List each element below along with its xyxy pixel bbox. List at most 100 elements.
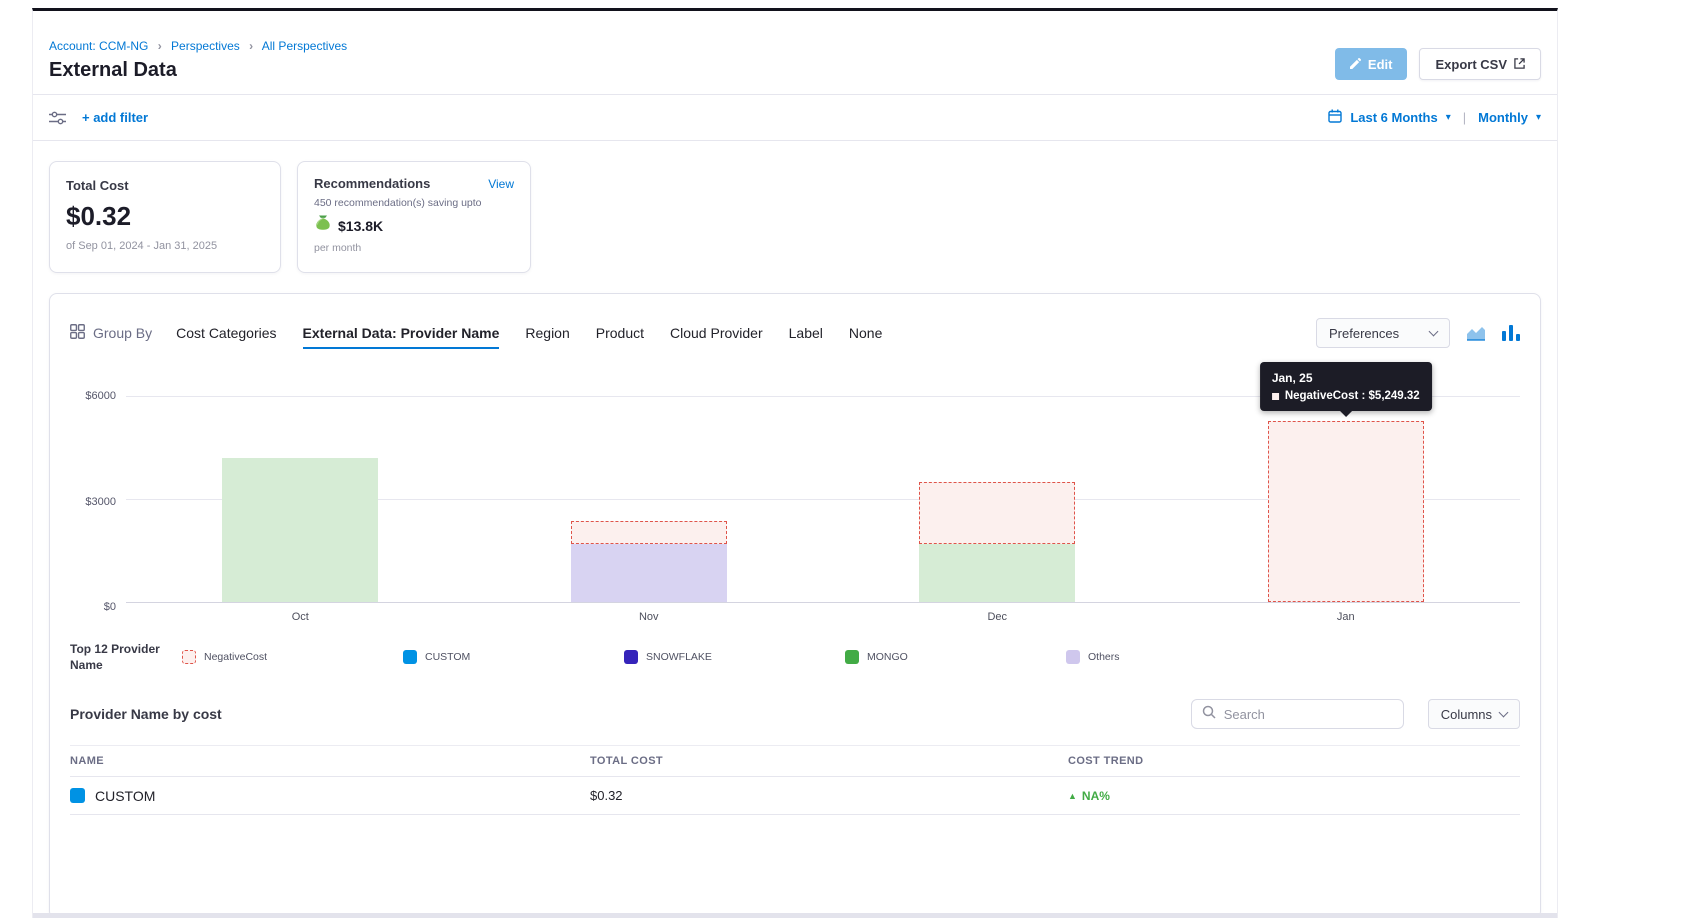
columns-button[interactable]: Columns [1428, 699, 1520, 729]
money-bag-icon [314, 215, 332, 236]
area-chart-icon[interactable] [1466, 325, 1486, 341]
chart-tooltip: Jan, 25 NegativeCost : $5,249.32 [1260, 362, 1432, 411]
recommendations-card: Recommendations View 450 recommendation(… [297, 161, 531, 273]
filter-left: + add filter [49, 110, 148, 125]
search-input[interactable] [1224, 707, 1400, 722]
tab-cost-categories[interactable]: Cost Categories [176, 319, 276, 347]
bar-chart-icon[interactable] [1502, 325, 1520, 341]
header-actions: Edit Export CSV [1335, 48, 1541, 82]
bar-segment-negativecost-nov[interactable] [571, 521, 727, 544]
tooltip-series-swatch [1272, 393, 1279, 400]
table-row[interactable]: CUSTOM $0.32 ▲ NA% [70, 777, 1520, 815]
trend-value: NA% [1082, 789, 1110, 803]
legend-label: MONGO [867, 651, 908, 663]
bar-segment-others-nov[interactable] [571, 544, 727, 602]
table-header-row: NAME TOTAL COST COST TREND [70, 745, 1520, 777]
chevron-down-icon[interactable]: ▾ [1446, 112, 1451, 123]
recommendations-view-link[interactable]: View [488, 177, 514, 191]
group-by-label-wrap: Group By [70, 324, 152, 342]
breadcrumb-all-perspectives[interactable]: All Perspectives [262, 39, 347, 53]
chevron-down-icon [1429, 326, 1439, 336]
tab-region[interactable]: Region [525, 319, 569, 347]
bar-segment-negativecost-dec[interactable] [919, 482, 1075, 544]
preferences-dropdown[interactable]: Preferences [1316, 318, 1450, 348]
group-by-row: Group By Cost Categories External Data: … [70, 318, 1520, 348]
tab-product[interactable]: Product [596, 319, 644, 347]
group-by-label: Group By [93, 325, 152, 341]
chart-legend: Top 12 Provider Name NegativeCost CUSTOM… [70, 641, 1520, 673]
legend-item-others[interactable]: Others [1066, 650, 1287, 664]
tooltip-arrow [1340, 411, 1352, 417]
y-axis-tick: $0 [70, 601, 116, 613]
row-cost-trend: ▲ NA% [1068, 789, 1520, 803]
legend-title: Top 12 Provider Name [70, 641, 182, 673]
main-content: Total Cost $0.32 of Sep 01, 2024 - Jan 3… [33, 141, 1557, 918]
tooltip-entry: NegativeCost : $5,249.32 [1285, 390, 1420, 402]
legend-swatch-others [1066, 650, 1080, 664]
legend-item-custom[interactable]: CUSTOM [403, 650, 624, 664]
y-axis-tick: $6000 [70, 390, 116, 402]
bottom-scrollbar-strip[interactable] [33, 913, 1557, 918]
bar-segment-negativecost-jan[interactable] [1268, 421, 1424, 602]
total-cost-card: Total Cost $0.32 of Sep 01, 2024 - Jan 3… [49, 161, 281, 273]
recommendations-label: Recommendations [314, 176, 430, 191]
legend-label: CUSTOM [425, 651, 470, 663]
header-left: Account: CCM-NG › Perspectives › All Per… [49, 39, 347, 82]
table-controls: Provider Name by cost Columns [70, 699, 1520, 729]
y-axis-tick: $3000 [70, 496, 116, 508]
date-range-selector[interactable]: Last 6 Months [1350, 110, 1437, 125]
bar-segment-mongo-oct[interactable] [222, 458, 378, 602]
legend-swatch-snowflake [624, 650, 638, 664]
total-cost-period: of Sep 01, 2024 - Jan 31, 2025 [66, 240, 264, 252]
legend-swatch-custom [403, 650, 417, 664]
legend-label: SNOWFLAKE [646, 651, 712, 663]
group-by-tabs: Cost Categories External Data: Provider … [176, 319, 882, 347]
perspective-chart-card: Group By Cost Categories External Data: … [49, 293, 1541, 918]
summary-cards-row: Total Cost $0.32 of Sep 01, 2024 - Jan 3… [49, 161, 1541, 273]
page-header: Account: CCM-NG › Perspectives › All Per… [33, 11, 1557, 95]
filter-right: Last 6 Months ▾ | Monthly ▾ [1328, 109, 1541, 126]
filter-icon[interactable] [49, 111, 66, 125]
granularity-selector[interactable]: Monthly [1478, 110, 1528, 125]
bar-segment-mongo-dec[interactable] [919, 544, 1075, 602]
x-axis-tick: Jan [1337, 611, 1355, 623]
add-filter-link[interactable]: + add filter [82, 110, 148, 125]
filter-bar: + add filter Last 6 Months ▾ | Monthly ▾ [33, 95, 1557, 141]
row-swatch-custom [70, 788, 85, 803]
chevron-down-icon [1499, 707, 1509, 717]
columns-button-label: Columns [1441, 707, 1492, 722]
breadcrumb-perspectives[interactable]: Perspectives [171, 39, 240, 53]
column-header-name[interactable]: NAME [70, 755, 590, 767]
recommendations-line2: per month [314, 242, 514, 254]
chart-area: $6000 $3000 $0 Jan, 25 NegativeCost : $5… [70, 396, 1520, 627]
trend-up-icon: ▲ [1068, 791, 1077, 801]
breadcrumb: Account: CCM-NG › Perspectives › All Per… [49, 39, 347, 53]
legend-item-negativecost[interactable]: NegativeCost [182, 650, 403, 664]
row-total-cost: $0.32 [590, 788, 1068, 803]
legend-item-mongo[interactable]: MONGO [845, 650, 1066, 664]
column-header-cost-trend[interactable]: COST TREND [1068, 755, 1520, 767]
export-csv-button[interactable]: Export CSV [1419, 48, 1541, 80]
breadcrumb-separator: › [249, 39, 253, 53]
total-cost-value: $0.32 [66, 201, 264, 232]
preferences-label: Preferences [1329, 326, 1399, 341]
calendar-icon [1328, 109, 1342, 126]
tab-none[interactable]: None [849, 319, 882, 347]
total-cost-label: Total Cost [66, 178, 264, 193]
column-header-total-cost[interactable]: TOTAL COST [590, 755, 1068, 767]
breadcrumb-separator: › [158, 39, 162, 53]
filter-divider: | [1463, 110, 1466, 125]
chevron-down-icon[interactable]: ▾ [1536, 112, 1541, 123]
legend-item-snowflake[interactable]: SNOWFLAKE [624, 650, 845, 664]
tab-cloud-provider[interactable]: Cloud Provider [670, 319, 763, 347]
breadcrumb-account[interactable]: Account: CCM-NG [49, 39, 148, 53]
recommendations-amount: $13.8K [338, 218, 383, 234]
x-axis-tick: Nov [639, 611, 659, 623]
page-title: External Data [49, 59, 347, 82]
chart-plot: Jan, 25 NegativeCost : $5,249.32 [126, 396, 1520, 603]
legend-swatch-mongo [845, 650, 859, 664]
edit-button[interactable]: Edit [1335, 48, 1408, 80]
tab-external-data-provider-name[interactable]: External Data: Provider Name [303, 319, 500, 347]
tooltip-title: Jan, 25 [1272, 371, 1420, 385]
tab-label[interactable]: Label [789, 319, 823, 347]
